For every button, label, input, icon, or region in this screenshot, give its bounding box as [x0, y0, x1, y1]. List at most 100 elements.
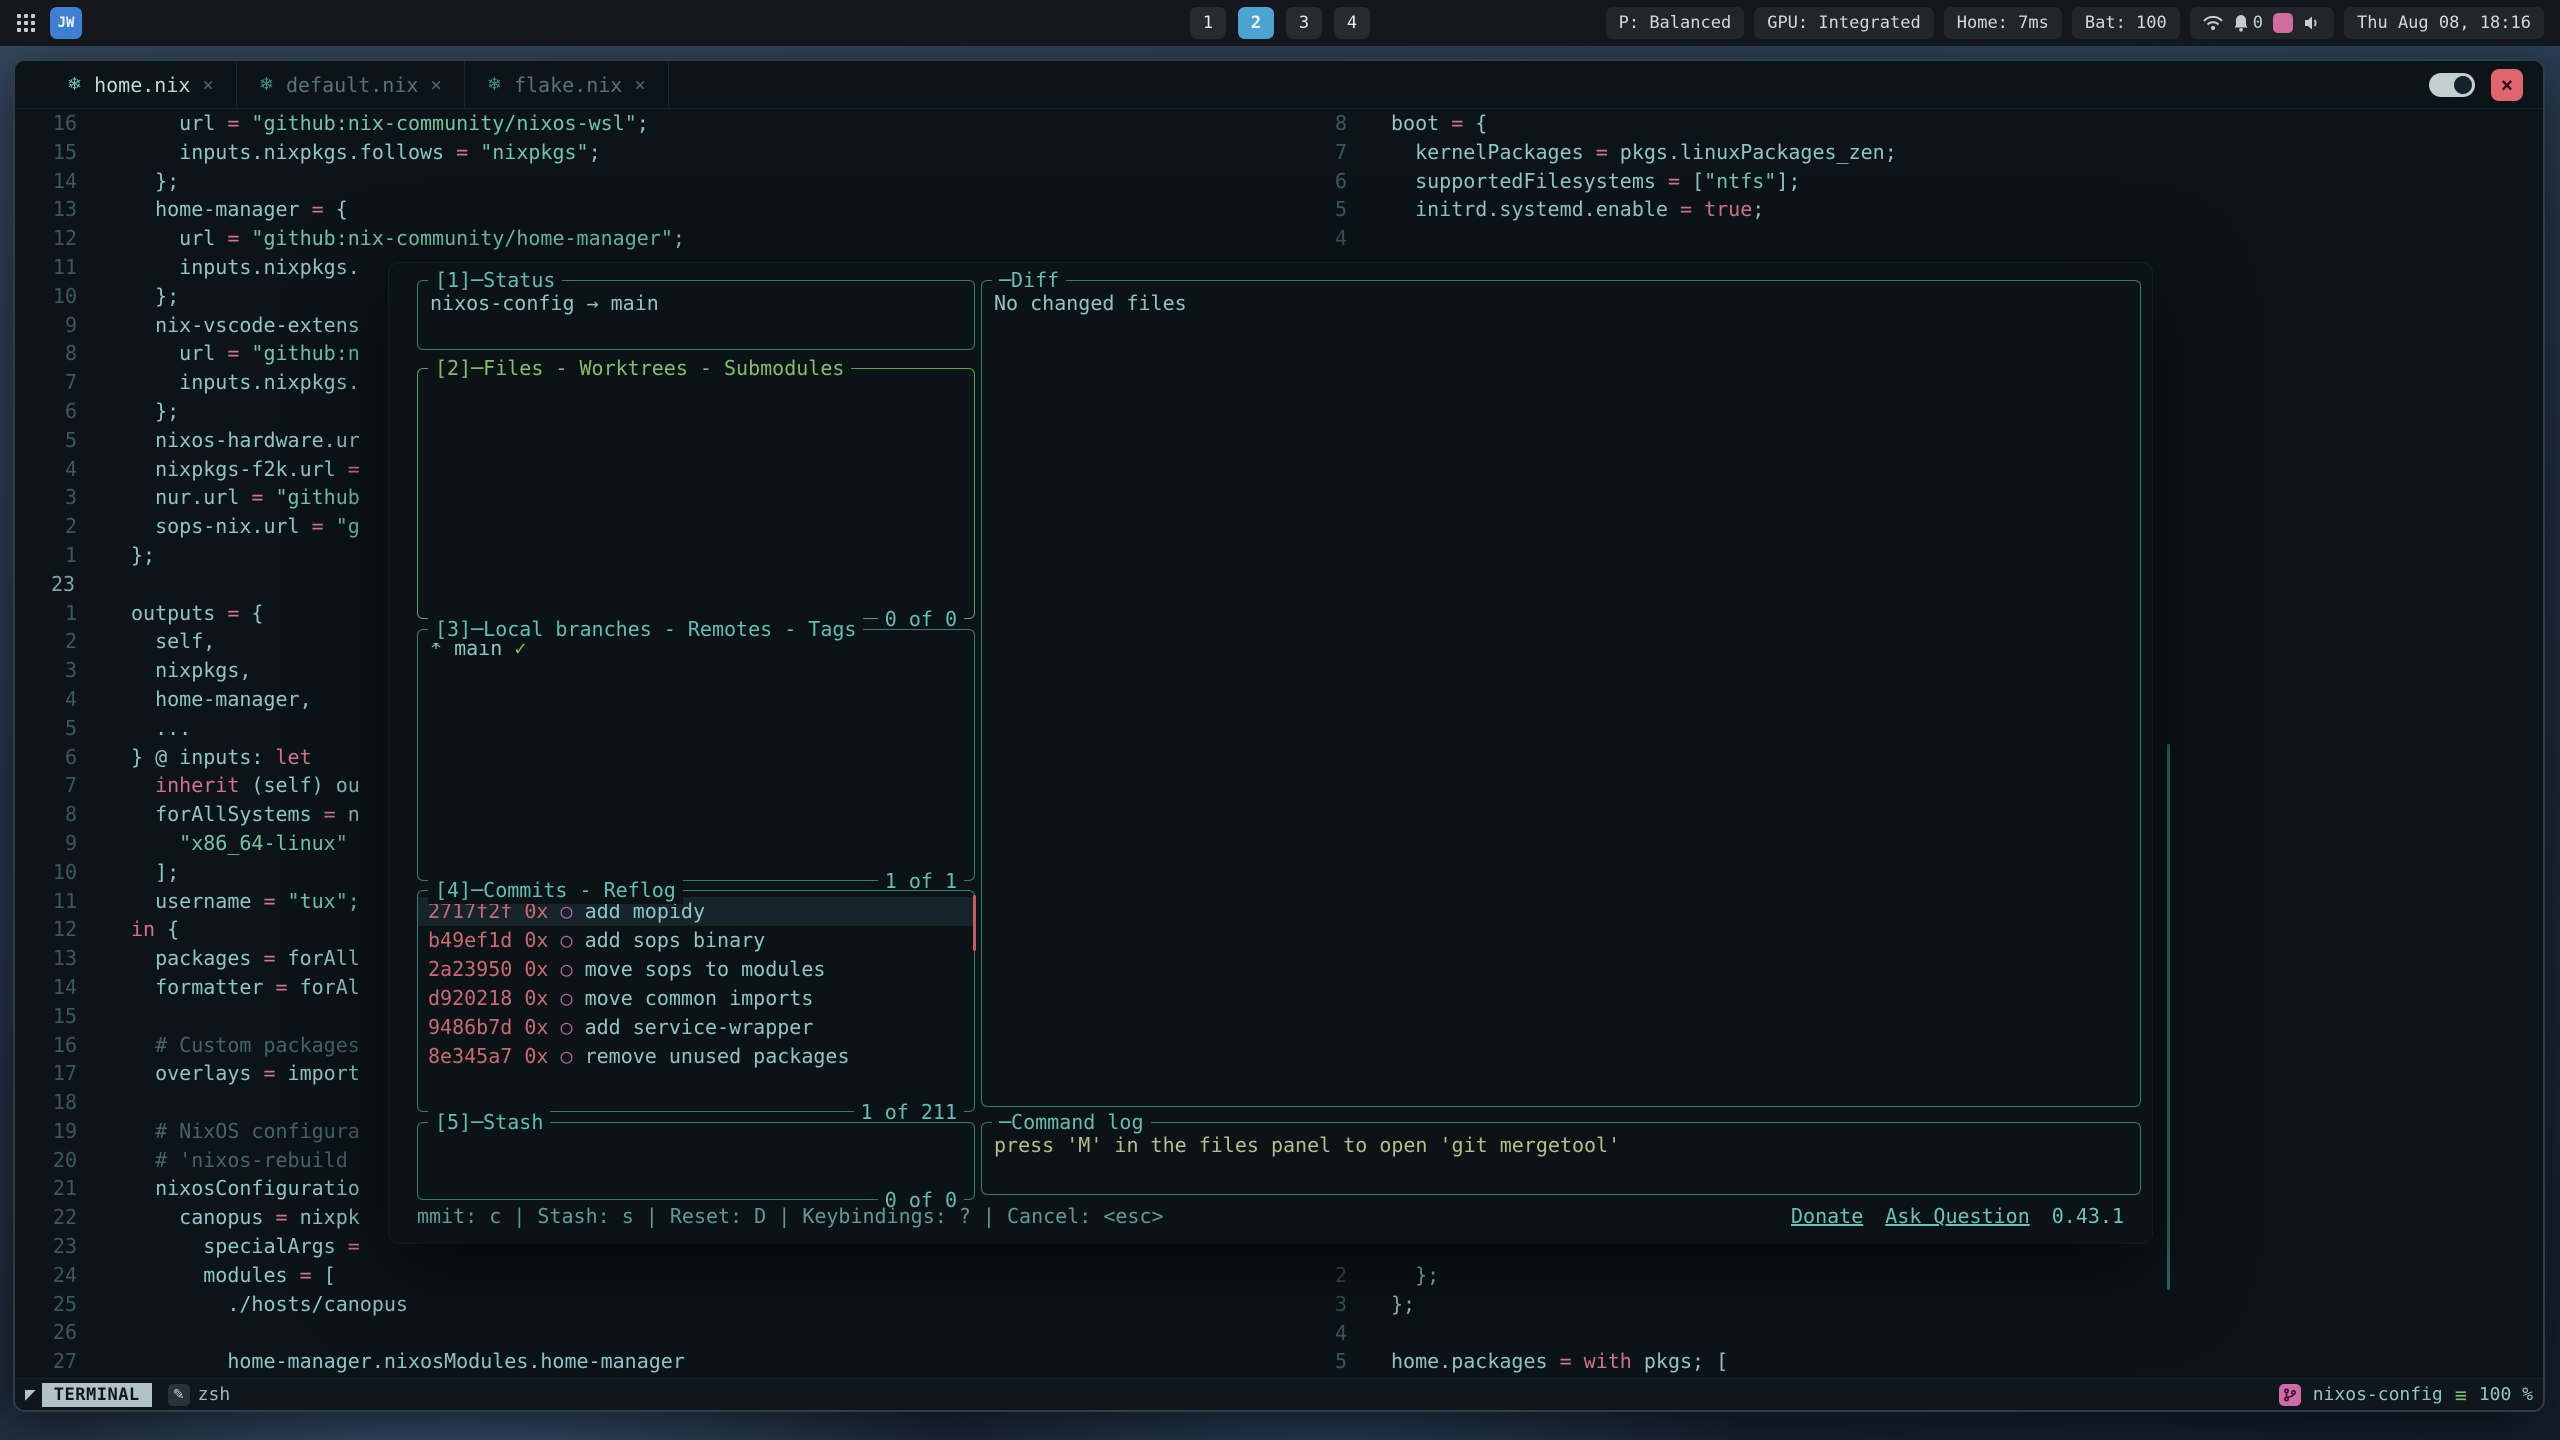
code-text: inputs.nixpkgs. [131, 368, 360, 397]
lazygit-files-panel[interactable]: [2]─Files - Worktrees - Submodules 0 of … [417, 368, 975, 619]
line-number: 15 [51, 138, 77, 167]
editor-tab[interactable]: ❄ default.nix × [237, 61, 465, 108]
workspace-button[interactable]: 1 [1190, 7, 1226, 39]
code-line: 12 url = "github:nix-community/home-mana… [51, 224, 1327, 253]
code-text: forAllSystems = n [131, 800, 360, 829]
notification-bell[interactable]: 0 [2233, 13, 2263, 33]
window-close-button[interactable]: × [2491, 69, 2523, 101]
code-text: }; [131, 282, 179, 311]
commit-row[interactable]: 8e345a7 0x ○ remove unused packages [418, 1042, 974, 1071]
panel-dash: ─ [471, 356, 483, 380]
scroll-lines-icon: ≡ [2455, 1383, 2467, 1407]
wifi-icon[interactable] [2203, 15, 2223, 31]
commit-graph-bullet: ○ [560, 957, 572, 981]
status-module-label: P: Balanced [1619, 13, 1732, 33]
code-text: ]; [131, 858, 179, 887]
status-module-label: Bat: 100 [2085, 13, 2167, 33]
line-number: 14 [51, 167, 77, 196]
line-number: 8 [51, 339, 77, 368]
layout-toggle[interactable] [2429, 73, 2475, 97]
code-line: 14 }; [51, 167, 1327, 196]
lazygit-stash-panel[interactable]: [5]─Stash 0 of 0 [417, 1122, 975, 1200]
terminal-status-bar: ◤ TERMINAL ✎ zsh nixos-config ≡ 100 % [15, 1378, 2543, 1410]
workspace-button[interactable]: 2 [1238, 7, 1274, 39]
line-number: 4 [51, 455, 77, 484]
volume-icon[interactable] [2303, 15, 2321, 31]
commit-row[interactable]: 2a23950 0x ○ move sops to modules [418, 955, 974, 984]
code-text: nixpkgs, [131, 656, 251, 685]
panel-dash: ─ [471, 878, 483, 902]
nix-snowflake-icon: ❄ [259, 74, 274, 95]
repo-name[interactable]: nixos-config [2313, 1384, 2443, 1405]
status-module: GPU: Integrated [1754, 7, 1934, 39]
code-text: } @ inputs: let [131, 743, 312, 772]
lazygit-branches-panel[interactable]: [3]─Local branches - Remotes - Tags * ma… [417, 629, 975, 881]
right-pane-bottom: 2 }; 3 }; 4 [1327, 1261, 2543, 1376]
line-number: 27 [51, 1347, 77, 1376]
tab-close-icon[interactable]: × [202, 74, 213, 96]
code-text: packages = forAll [131, 944, 360, 973]
code-text: # NixOS configura [131, 1117, 360, 1146]
right-pane-top: 8 boot = { 7 kernelPackages = pkgs.linux… [1327, 109, 2543, 253]
code-text: url = "github:n [131, 339, 360, 368]
code-text: self, [131, 627, 215, 656]
line-number: 5 [1335, 195, 1347, 224]
code-line: 8 boot = { [1335, 109, 2543, 138]
code-text: # Custom packages [131, 1031, 360, 1060]
status-module: P: Balanced [1606, 7, 1745, 39]
commit-hash: 2a23950 [428, 957, 512, 981]
lazygit-commits-panel[interactable]: [4]─Commits - Reflog 2717f2f 0x ○ add mo… [417, 890, 975, 1112]
editor-scrollbar[interactable] [2167, 744, 2170, 1290]
line-number: 9 [51, 311, 77, 340]
lazygit-link[interactable]: Donate [1791, 1204, 1863, 1228]
lazygit-link[interactable]: Ask Question [1885, 1204, 2030, 1228]
panel-dash: ─ [471, 1110, 483, 1134]
lazygit-diff-panel[interactable]: ─Diff No changed files [981, 280, 2141, 1107]
commit-message: add sops binary [585, 928, 766, 952]
clock[interactable]: Thu Aug 08, 18:16 [2344, 7, 2544, 39]
tab-close-icon[interactable]: × [430, 74, 441, 96]
commit-author: 0x [524, 928, 548, 952]
shell-tab[interactable]: ✎ zsh [168, 1384, 231, 1406]
git-repo-icon[interactable] [2279, 1384, 2301, 1406]
line-number: 2 [1335, 1261, 1347, 1290]
line-number: 7 [51, 368, 77, 397]
code-text: }; [1391, 1261, 1439, 1290]
toggle-knob [2454, 76, 2472, 94]
lazygit-command-log-panel[interactable]: ─Command log press 'M' in the files pane… [981, 1122, 2141, 1195]
code-text: }; [131, 541, 155, 570]
tab-close-icon[interactable]: × [634, 74, 645, 96]
commit-author: 0x [524, 1044, 548, 1068]
commit-row[interactable]: 9486b7d 0x ○ add service-wrapper [418, 1013, 974, 1042]
lazygit-status-panel[interactable]: [1]─Status nixos-config → main [417, 280, 975, 350]
workspace-label: 4 [1347, 13, 1357, 33]
editor-tab[interactable]: ❄ flake.nix × [465, 61, 669, 108]
workspace-button[interactable]: 3 [1286, 7, 1322, 39]
keybind-hints: mmit: c | Stash: s | Reset: D | Keybindi… [417, 1204, 1164, 1228]
editor-tab[interactable]: ❄ home.nix × [45, 61, 237, 108]
commit-graph-bullet: ○ [560, 1044, 572, 1068]
code-line: 26 [51, 1318, 1327, 1347]
code-text: canopus = nixpk [131, 1203, 360, 1232]
status-module: Bat: 100 [2072, 7, 2180, 39]
commit-row[interactable]: d920218 0x ○ move common imports [418, 984, 974, 1013]
color-picker-tray-icon[interactable] [2273, 13, 2293, 33]
panel-key: [2] [435, 356, 471, 380]
shell-name: zsh [198, 1384, 231, 1405]
line-number: 6 [51, 397, 77, 426]
commit-message: add service-wrapper [585, 1015, 814, 1039]
commit-message: move common imports [585, 986, 814, 1010]
workspace-button[interactable]: 4 [1334, 7, 1370, 39]
tab-label: flake.nix [514, 73, 622, 97]
line-number: 5 [51, 426, 77, 455]
code-text: }; [131, 167, 179, 196]
commit-author: 0x [524, 957, 548, 981]
commit-row[interactable]: b49ef1d 0x ○ add sops binary [418, 926, 974, 955]
line-number: 12 [51, 915, 77, 944]
commits-scrollbar[interactable] [973, 895, 976, 951]
shell-icon: ✎ [168, 1384, 190, 1406]
grid-icon [16, 13, 36, 33]
app-launcher-icon[interactable] [16, 13, 36, 33]
workspace-label: 3 [1299, 13, 1309, 33]
status-module: Home: 7ms [1944, 7, 2062, 39]
